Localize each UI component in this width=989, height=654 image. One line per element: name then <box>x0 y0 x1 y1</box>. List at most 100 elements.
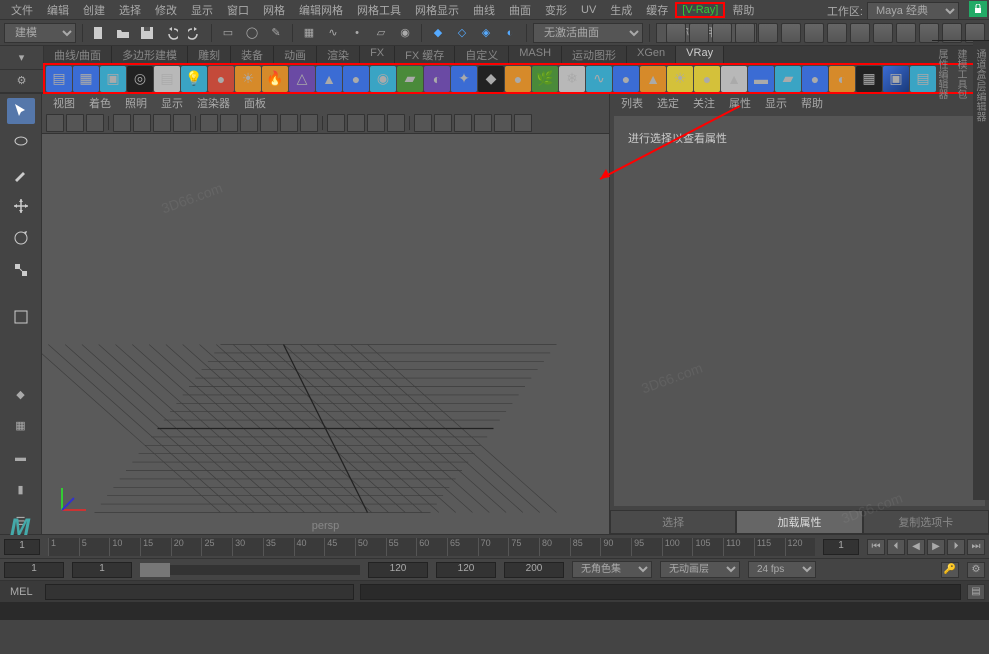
goto-start-icon[interactable]: ⏮ <box>867 539 885 555</box>
vray-shelf-icon[interactable]: △ <box>289 66 315 92</box>
vp-btn[interactable] <box>347 114 365 132</box>
vp-menu-view[interactable]: 视图 <box>46 94 82 112</box>
layout-two-h[interactable]: ▬ <box>7 445 35 471</box>
menu-edit-mesh[interactable]: 编辑网格 <box>292 0 350 20</box>
open-scene-icon[interactable] <box>113 23 133 43</box>
vp-btn[interactable] <box>66 114 84 132</box>
vray-shelf-icon[interactable]: ✦ <box>451 66 477 92</box>
lasso-tool-icon[interactable]: ◯ <box>242 23 262 43</box>
vray-shelf-icon[interactable]: ❄ <box>559 66 585 92</box>
tb-icon-7[interactable] <box>804 23 824 43</box>
vp-btn[interactable] <box>387 114 405 132</box>
menu-window[interactable]: 窗口 <box>220 0 256 20</box>
attr-menu-focus[interactable]: 关注 <box>686 94 722 112</box>
shelf-tab-vray[interactable]: VRay <box>676 46 724 64</box>
vray-shelf-icon[interactable]: 🔥 <box>262 66 288 92</box>
vray-shelf-icon[interactable]: ▲ <box>721 66 747 92</box>
range-out[interactable]: 120 <box>368 562 428 578</box>
attr-select-button[interactable]: 选择 <box>610 510 736 534</box>
vray-shelf-icon[interactable]: ◉ <box>370 66 396 92</box>
shelf-tab-fxcache[interactable]: FX 缓存 <box>395 46 455 64</box>
step-fwd-icon[interactable]: ⏵ <box>947 539 965 555</box>
tb-icon-5[interactable] <box>758 23 778 43</box>
last-tool[interactable] <box>7 304 35 330</box>
vray-shelf-icon[interactable]: ● <box>343 66 369 92</box>
vray-shelf-icon[interactable]: ◆ <box>478 66 504 92</box>
tb-icon-9[interactable] <box>850 23 870 43</box>
move-tool[interactable] <box>7 193 35 219</box>
vp-btn[interactable] <box>113 114 131 132</box>
time-current-field-2[interactable]: 1 <box>823 539 859 555</box>
cmd-lang-label[interactable]: MEL <box>4 586 39 598</box>
vp-menu-panels[interactable]: 面板 <box>237 94 273 112</box>
vp-btn[interactable] <box>300 114 318 132</box>
vray-shelf-icon[interactable]: ● <box>505 66 531 92</box>
redo-icon[interactable] <box>185 23 205 43</box>
tb-icon-8[interactable] <box>827 23 847 43</box>
range-end[interactable]: 120 <box>436 562 496 578</box>
vp-btn[interactable] <box>240 114 258 132</box>
vp-btn[interactable] <box>46 114 64 132</box>
vp-menu-lighting[interactable]: 照明 <box>118 94 154 112</box>
vp-menu-renderer[interactable]: 渲染器 <box>190 94 237 112</box>
snap-curve-icon[interactable]: ∿ <box>323 23 343 43</box>
workspace-dropdown[interactable]: Maya 经典 <box>867 2 959 20</box>
autokey-icon[interactable]: 🔑 <box>941 562 959 578</box>
range-bar[interactable] <box>140 565 360 575</box>
layout-single[interactable]: ◆ <box>7 381 35 407</box>
range-in[interactable]: 1 <box>72 562 132 578</box>
vray-shelf-icon[interactable]: ▤ <box>154 66 180 92</box>
right-tab-channelbox[interactable]: 通道盒/层编辑器 <box>970 40 989 500</box>
shelf-tab-fx[interactable]: FX <box>360 46 395 64</box>
vray-shelf-icon[interactable]: ☀ <box>235 66 261 92</box>
shelf-options-icon[interactable]: ⚙ <box>0 70 43 94</box>
menu-uv[interactable]: UV <box>574 2 603 18</box>
layout-two-v[interactable]: ▮ <box>7 476 35 502</box>
attr-menu-help[interactable]: 帮助 <box>794 94 830 112</box>
vp-btn[interactable] <box>260 114 278 132</box>
live-surface-dropdown[interactable]: 无激活曲面 <box>533 23 643 43</box>
attr-menu-selected[interactable]: 选定 <box>650 94 686 112</box>
tb-icon-1[interactable] <box>666 23 686 43</box>
menu-file[interactable]: 文件 <box>4 0 40 20</box>
vp-btn[interactable] <box>86 114 104 132</box>
fps-dropdown[interactable]: 24 fps <box>748 561 816 578</box>
vp-btn[interactable] <box>494 114 512 132</box>
vp-btn[interactable] <box>367 114 385 132</box>
range-start[interactable]: 1 <box>4 562 64 578</box>
menu-modify[interactable]: 修改 <box>148 0 184 20</box>
menu-select[interactable]: 选择 <box>112 0 148 20</box>
select-tool-icon[interactable]: ▭ <box>218 23 238 43</box>
render-settings-icon[interactable]: ◈ <box>476 23 496 43</box>
vray-shelf-icon[interactable]: ∿ <box>586 66 612 92</box>
snap-live-icon[interactable]: ◉ <box>395 23 415 43</box>
animlayer-dropdown[interactable]: 无动画层 <box>660 561 740 578</box>
tb-icon-10[interactable] <box>873 23 893 43</box>
vp-btn[interactable] <box>220 114 238 132</box>
vray-shelf-icon[interactable]: ◐ <box>424 66 450 92</box>
attr-load-button[interactable]: 加载属性 <box>736 510 862 534</box>
cmd-input[interactable] <box>45 584 354 600</box>
vray-shelf-icon[interactable]: ● <box>802 66 828 92</box>
vp-btn[interactable] <box>133 114 151 132</box>
goto-end-icon[interactable]: ⏭ <box>967 539 985 555</box>
vray-shelf-icon[interactable]: ▣ <box>100 66 126 92</box>
shelf-tab-render[interactable]: 渲染 <box>317 46 360 64</box>
menu-create[interactable]: 创建 <box>76 0 112 20</box>
vray-shelf-icon[interactable]: ▬ <box>748 66 774 92</box>
vp-btn[interactable] <box>280 114 298 132</box>
vray-shelf-icon[interactable]: ▲ <box>316 66 342 92</box>
vray-shelf-icon[interactable]: ▤ <box>46 66 72 92</box>
ipr-icon[interactable]: ◇ <box>452 23 472 43</box>
menu-vray[interactable]: [V-Ray] <box>675 2 725 18</box>
play-fwd-icon[interactable]: ▶ <box>927 539 945 555</box>
shelf-tab-mash[interactable]: MASH <box>509 46 562 64</box>
shelf-menu-icon[interactable]: ▾ <box>0 46 43 70</box>
viewport-3d[interactable]: persp <box>42 134 609 534</box>
rotate-tool[interactable] <box>7 225 35 251</box>
play-back-icon[interactable]: ◀ <box>907 539 925 555</box>
snap-plane-icon[interactable]: ▱ <box>371 23 391 43</box>
step-back-icon[interactable]: ⏴ <box>887 539 905 555</box>
render-icon[interactable]: ◆ <box>428 23 448 43</box>
menu-edit[interactable]: 编辑 <box>40 0 76 20</box>
